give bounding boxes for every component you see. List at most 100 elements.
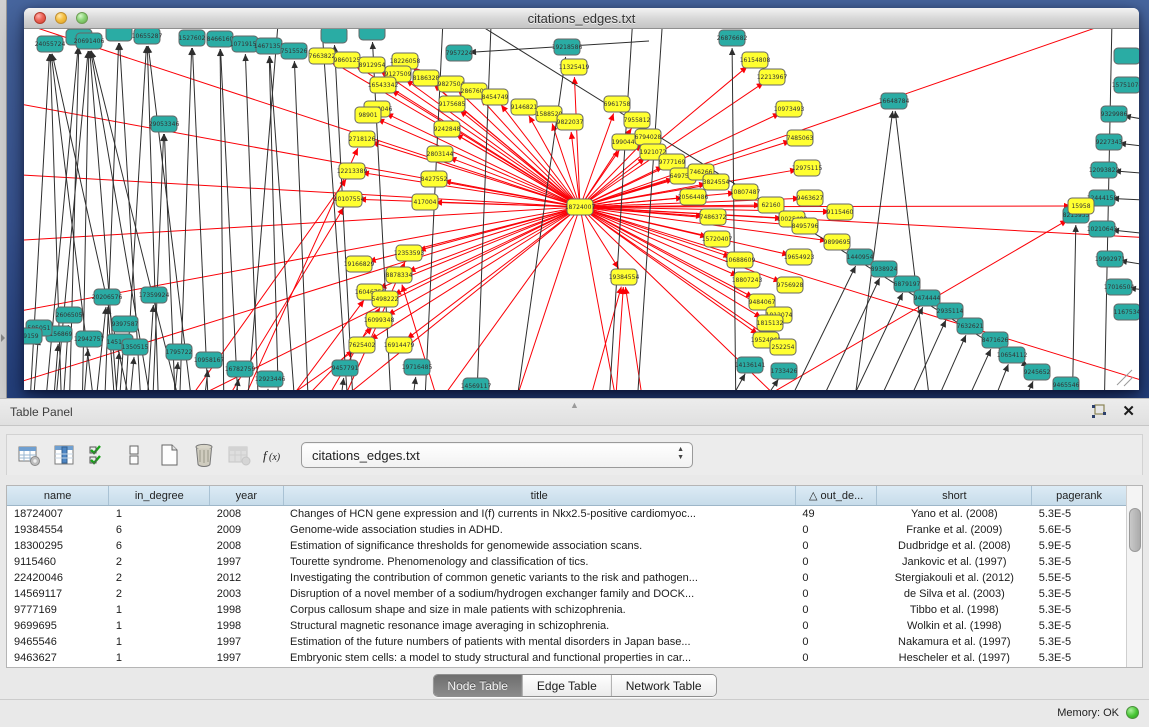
table-cell[interactable]: 49 <box>795 506 876 523</box>
table-row[interactable]: 2242004622012Investigating the contribut… <box>7 570 1127 586</box>
table-cell[interactable]: Investigating the contribution of common… <box>283 570 795 586</box>
column-header-out-de-[interactable]: △ out_de... <box>795 486 876 506</box>
table-cell[interactable]: 0 <box>795 602 876 618</box>
graph-node[interactable]: 8938924 <box>871 261 898 277</box>
table-cell[interactable]: 0 <box>795 538 876 554</box>
row-height-toggle-icon[interactable] <box>121 442 147 468</box>
table-cell[interactable]: Tibbo et al. (1998) <box>877 602 1032 618</box>
column-header-in-degree[interactable]: in_degree <box>109 486 210 506</box>
table-cell[interactable]: 2012 <box>210 570 283 586</box>
column-header-year[interactable]: year <box>210 486 283 506</box>
table-cell[interactable]: 1 <box>109 618 210 634</box>
graph-node[interactable]: 2935114 <box>937 303 964 319</box>
graph-node[interactable]: 9329986 <box>1101 106 1128 122</box>
left-collapsed-panel-strip[interactable] <box>0 0 7 398</box>
graph-node[interactable]: 6879197 <box>894 276 921 292</box>
graph-node[interactable]: 16782759 <box>225 361 256 377</box>
graph-node[interactable]: 8878334 <box>386 267 413 283</box>
graph-node[interactable] <box>359 29 385 40</box>
graph-node[interactable]: 62160 <box>758 197 784 213</box>
graph-node[interactable]: 7486372 <box>700 209 727 225</box>
graph-node[interactable]: 18807243 <box>732 272 763 288</box>
graph-node[interactable]: 18724007 <box>565 199 596 215</box>
graph-node[interactable] <box>1114 48 1139 64</box>
graph-node[interactable]: 7485063 <box>787 130 814 146</box>
graph-node[interactable]: 9242848 <box>434 121 461 137</box>
scrollbar-thumb[interactable] <box>1129 508 1141 552</box>
graph-node[interactable]: 2718126 <box>349 131 376 147</box>
graph-node[interactable]: 10107554 <box>334 191 365 207</box>
graph-node[interactable]: 20691406 <box>74 33 105 49</box>
graph-node[interactable]: 16099348 <box>364 312 395 328</box>
table-cell[interactable]: 9463627 <box>7 650 109 666</box>
table-cell[interactable]: 0 <box>795 586 876 602</box>
graph-node[interactable]: 9146821 <box>511 99 538 115</box>
table-cell[interactable]: 0 <box>795 650 876 666</box>
new-table-icon[interactable] <box>156 442 182 468</box>
table-cell[interactable]: 9465546 <box>7 634 109 650</box>
table-cell[interactable]: de Silva et al. (2003) <box>877 586 1032 602</box>
resize-hatch-icon[interactable] <box>1124 377 1133 386</box>
table-cell[interactable]: 0 <box>795 618 876 634</box>
table-cell[interactable]: 1997 <box>210 554 283 570</box>
table-cell[interactable]: Nakamura et al. (1997) <box>877 634 1032 650</box>
table-cell[interactable]: Franke et al. (2009) <box>877 522 1032 538</box>
graph-node[interactable]: 12923446 <box>255 371 286 387</box>
graph-node[interactable] <box>106 29 132 41</box>
table-cell[interactable]: 6 <box>109 538 210 554</box>
graph-node[interactable]: 1795722 <box>166 344 193 360</box>
graph-node[interactable]: 9465546 <box>1053 377 1080 390</box>
graph-node[interactable]: 1167534 <box>1114 304 1139 320</box>
table-cell[interactable]: 9777169 <box>7 602 109 618</box>
table-cell[interactable]: Disruption of a novel member of a sodium… <box>283 586 795 602</box>
graph-node[interactable]: 7625402 <box>349 337 376 353</box>
table-cell[interactable]: 1 <box>109 650 210 666</box>
table-cell[interactable]: 5.5E-5 <box>1032 570 1127 586</box>
float-panel-icon[interactable] <box>1091 404 1107 419</box>
graph-node[interactable]: 39159 <box>24 328 42 344</box>
graph-node[interactable]: 12942757 <box>74 331 105 347</box>
table-cell[interactable]: Tourette syndrome. Phenomenology and cla… <box>283 554 795 570</box>
column-header-pagerank[interactable]: pagerank <box>1032 486 1127 506</box>
graph-node[interactable]: 9227343 <box>1096 134 1123 150</box>
table-cell[interactable]: 2 <box>109 570 210 586</box>
graph-node[interactable]: 19166829 <box>344 256 375 272</box>
table-cell[interactable]: 0 <box>795 570 876 586</box>
table-cell[interactable]: 1 <box>109 506 210 523</box>
table-cell[interactable]: 22420046 <box>7 570 109 586</box>
table-cell[interactable]: Yano et al. (2008) <box>877 506 1032 523</box>
graph-node[interactable]: 7515526 <box>281 43 308 59</box>
network-view-window[interactable]: citations_edges.txt 24055724206914061065… <box>24 8 1139 390</box>
graph-node[interactable]: 12213967 <box>757 69 788 85</box>
column-header-short[interactable]: short <box>877 486 1032 506</box>
graph-node[interactable]: 10958167 <box>194 352 225 368</box>
graph-node[interactable]: 12213389 <box>337 163 368 179</box>
graph-node[interactable]: 1440954 <box>847 249 874 265</box>
table-settings-icon[interactable] <box>16 442 42 468</box>
graph-node[interactable]: 9474444 <box>914 290 941 306</box>
graph-node[interactable]: 9175685 <box>439 96 466 112</box>
graph-node[interactable]: 9899695 <box>824 234 851 250</box>
table-cell[interactable]: 19384554 <box>7 522 109 538</box>
graph-node[interactable]: 15720407 <box>702 231 733 247</box>
table-cell[interactable]: 14569117 <box>7 586 109 602</box>
tab-node-table[interactable]: Node Table <box>433 675 523 696</box>
graph-node[interactable]: 12353593 <box>394 245 425 261</box>
column-visibility-icon[interactable] <box>51 442 77 468</box>
graph-node[interactable]: 19992971 <box>1095 251 1126 267</box>
table-row[interactable]: 1456911722003Disruption of a novel membe… <box>7 586 1127 602</box>
graph-node[interactable]: 3824554 <box>703 174 730 190</box>
graph-node[interactable]: 8186328 <box>413 70 440 86</box>
graph-node[interactable]: 14569117 <box>461 378 492 390</box>
table-cell[interactable]: 2009 <box>210 522 283 538</box>
table-cell[interactable]: 18724007 <box>7 506 109 523</box>
network-window-titlebar[interactable]: citations_edges.txt <box>24 8 1139 29</box>
graph-node[interactable]: 29053346 <box>149 116 180 132</box>
graph-node[interactable]: 98901 <box>355 107 381 123</box>
table-row[interactable]: 946362711997Embryonic stem cells: a mode… <box>7 650 1127 666</box>
table-cell[interactable]: 9115460 <box>7 554 109 570</box>
graph-node[interactable]: 14136141 <box>735 357 766 373</box>
graph-node[interactable]: 20206576 <box>92 289 123 305</box>
graph-node[interactable]: 9245652 <box>1024 364 1051 380</box>
table-row[interactable]: 1830029562008Estimation of significance … <box>7 538 1127 554</box>
